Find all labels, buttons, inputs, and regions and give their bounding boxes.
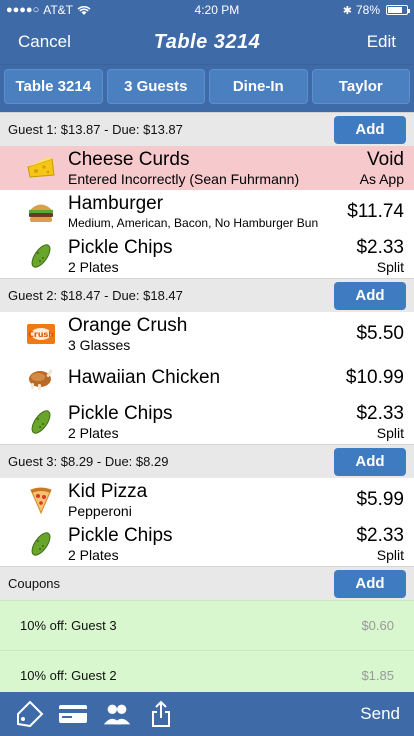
table-button[interactable]: Table 3214 — [4, 69, 103, 104]
coupons-label: Coupons — [8, 576, 61, 591]
guest-1-header: Guest 1: $13.87 - Due: $13.87 Add — [0, 112, 414, 146]
coupons-add-button[interactable]: Add — [334, 569, 406, 598]
item-modifiers: 2 Plates — [68, 258, 119, 275]
item-price-note: Split — [376, 424, 404, 441]
item-price-note: Split — [376, 546, 404, 563]
item-modifiers: 2 Plates — [68, 546, 119, 563]
guests-icon[interactable] — [102, 699, 132, 729]
edit-button[interactable]: Edit — [367, 32, 396, 52]
guest-1-summary: Guest 1: $13.87 - Due: $13.87 — [8, 122, 183, 137]
order-item-pickle-chips[interactable]: Pickle Chips 2 Plates $2.33 Split — [0, 234, 414, 278]
order-item-cheese-curds[interactable]: Cheese Curds Entered Incorrectly (Sean F… — [0, 146, 414, 190]
item-modifiers: 2 Plates — [68, 424, 119, 441]
coupon-row[interactable]: 10% off: Guest 2 $1.85 — [0, 650, 414, 692]
item-name: Pickle Chips — [68, 524, 173, 546]
order-item-pickle-chips[interactable]: Pickle Chips 2 Plates $2.33 Split — [0, 400, 414, 444]
item-price: $2.33 — [356, 236, 404, 258]
coupon-amount: $0.60 — [361, 618, 394, 633]
order-item-kid-pizza[interactable]: Kid Pizza Pepperoni $5.99 — [0, 478, 414, 522]
order-list[interactable]: Guest 1: $13.87 - Due: $13.87 Add Cheese… — [0, 112, 414, 692]
guest-3-summary: Guest 3: $8.29 - Due: $8.29 — [8, 454, 169, 469]
guest-3-header: Guest 3: $8.29 - Due: $8.29 Add — [0, 444, 414, 478]
item-price: $10.99 — [345, 367, 404, 388]
item-price: $2.33 — [356, 524, 404, 546]
battery-icon — [386, 5, 410, 15]
item-modifiers: Pepperoni — [68, 502, 132, 519]
pickle-icon — [26, 407, 56, 437]
item-name: Hamburger — [68, 192, 164, 214]
item-price: $5.50 — [356, 323, 404, 344]
item-name: Pickle Chips — [68, 402, 173, 424]
guest-2-summary: Guest 2: $18.47 - Due: $18.47 — [8, 288, 183, 303]
guests-count-button[interactable]: 3 Guests — [106, 69, 205, 104]
item-name: Cheese Curds — [68, 148, 190, 170]
share-icon[interactable] — [146, 699, 176, 729]
carrier: AT&T — [43, 3, 74, 17]
order-header-buttons: Table 3214 3 Guests Dine-In Taylor — [0, 64, 414, 112]
item-price: $11.74 — [347, 201, 404, 222]
guest-2-header: Guest 2: $18.47 - Due: $18.47 Add — [0, 278, 414, 312]
svg-text:Crush: Crush — [28, 330, 54, 339]
top-bar: ●●●●○ AT&T 4:20 PM ✱ 78% Cancel Table 32… — [0, 0, 414, 64]
dining-option-button[interactable]: Dine-In — [209, 69, 308, 104]
item-price-note: As App — [359, 170, 404, 187]
guest-3-add-button[interactable]: Add — [334, 447, 406, 476]
order-item-hawaiian-chicken[interactable]: Hawaiian Chicken $10.99 — [0, 356, 414, 400]
cheese-icon — [26, 153, 56, 183]
app: ●●●●○ AT&T 4:20 PM ✱ 78% Cancel Table 32… — [0, 0, 414, 736]
battery-percent: 78% — [355, 3, 380, 17]
item-name: Kid Pizza — [68, 480, 148, 502]
send-button[interactable]: Send — [360, 704, 400, 724]
bluetooth-icon: ✱ — [342, 4, 352, 17]
order-item-pickle-chips[interactable]: Pickle Chips 2 Plates $2.33 Split — [0, 522, 414, 566]
signal-icon: ●●●●○ — [6, 4, 40, 16]
item-name: Orange Crush — [68, 314, 188, 336]
status-time: 4:20 PM — [194, 3, 240, 17]
coupons-header: Coupons Add — [0, 566, 414, 600]
pickle-icon — [26, 241, 56, 271]
pickle-icon — [26, 529, 56, 559]
item-price: Void — [367, 148, 404, 170]
coupon-row[interactable]: 10% off: Guest 3 $0.60 — [0, 600, 414, 650]
coupon-label: 10% off: Guest 2 — [20, 668, 117, 683]
order-item-orange-crush[interactable]: Crush Orange Crush 3 Glasses $5.50 — [0, 312, 414, 356]
credit-card-icon[interactable] — [58, 699, 88, 729]
bottom-toolbar: Send — [0, 692, 414, 736]
item-price: $2.33 — [356, 402, 404, 424]
item-modifiers: Medium, American, Bacon, No Hamburger Bu… — [68, 215, 319, 230]
item-name: Pickle Chips — [68, 236, 173, 258]
pizza-icon — [26, 485, 56, 515]
item-price: $5.99 — [356, 489, 404, 510]
cancel-button[interactable]: Cancel — [18, 32, 71, 52]
discount-tag-icon[interactable] — [14, 699, 44, 729]
wifi-icon — [77, 5, 91, 15]
item-price-note: Split — [376, 258, 404, 275]
status-bar: ●●●●○ AT&T 4:20 PM ✱ 78% — [0, 0, 414, 20]
coupon-label: 10% off: Guest 3 — [20, 618, 117, 633]
chicken-icon — [26, 363, 56, 393]
hamburger-icon — [26, 197, 56, 227]
item-modifiers: Entered Incorrectly (Sean Fuhrmann) — [68, 170, 300, 187]
item-modifiers: 3 Glasses — [68, 336, 131, 353]
orange-crush-icon: Crush — [26, 319, 56, 349]
server-button[interactable]: Taylor — [311, 69, 410, 104]
order-item-hamburger[interactable]: Hamburger Medium, American, Bacon, No Ha… — [0, 190, 414, 234]
nav-bar: Cancel Table 3214 Edit — [0, 20, 414, 64]
coupon-amount: $1.85 — [361, 668, 394, 683]
item-name: Hawaiian Chicken — [68, 367, 221, 388]
guest-2-add-button[interactable]: Add — [334, 281, 406, 310]
guest-1-add-button[interactable]: Add — [334, 115, 406, 144]
